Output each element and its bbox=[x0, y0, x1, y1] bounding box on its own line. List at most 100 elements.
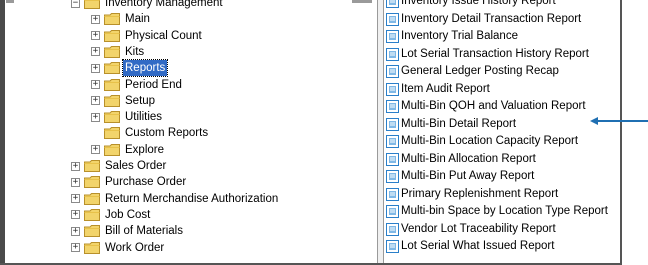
report-icon bbox=[386, 170, 399, 183]
tree-item-label: Work Order bbox=[105, 241, 165, 254]
folder-icon bbox=[104, 45, 120, 58]
report-item[interactable]: Multi-Bin Location Capacity Report bbox=[386, 133, 578, 150]
pane-splitter[interactable] bbox=[377, 0, 384, 263]
report-list: Inventory Issue History Report Inventory … bbox=[386, 0, 620, 263]
tree-item[interactable]: + Purchase Order bbox=[71, 174, 188, 190]
expand-collapse-icon[interactable]: + bbox=[91, 96, 100, 106]
tree-item[interactable]: + Period End bbox=[91, 77, 184, 93]
report-item[interactable]: Inventory Issue History Report bbox=[386, 0, 556, 10]
tree-item-label: Kits bbox=[125, 45, 145, 58]
report-item-label: Vendor Lot Traceability Report bbox=[401, 222, 556, 235]
expand-collapse-icon[interactable]: + bbox=[71, 243, 80, 252]
module-tree: − Inventory Management + Main + Physical Coun… bbox=[6, 0, 376, 263]
report-icon bbox=[386, 117, 399, 131]
callout-arrow-icon bbox=[590, 117, 648, 125]
tree-item[interactable]: + Job Cost bbox=[71, 207, 152, 223]
report-item[interactable]: Inventory Trial Balance bbox=[386, 28, 518, 45]
tree-item[interactable]: + Setup bbox=[91, 93, 157, 109]
tree-item[interactable]: + Bill of Materials bbox=[71, 223, 185, 239]
expand-collapse-icon[interactable]: + bbox=[91, 63, 100, 73]
tree-item[interactable]: + Utilities bbox=[91, 109, 164, 125]
report-item-label: General Ledger Posting Recap bbox=[401, 65, 559, 77]
report-item[interactable]: Multi-Bin Allocation Report bbox=[386, 151, 536, 168]
tree-item[interactable]: + Main bbox=[91, 11, 152, 27]
expand-collapse-icon[interactable]: + bbox=[91, 14, 100, 24]
tree-item[interactable]: + Physical Count bbox=[91, 28, 204, 44]
report-item-label: Multi-Bin QOH and Valuation Report bbox=[401, 100, 586, 112]
report-item[interactable]: Vendor Lot Traceability Report bbox=[386, 221, 556, 238]
report-item[interactable]: Item Audit Report bbox=[386, 81, 490, 98]
tree-item[interactable]: − Inventory Management bbox=[71, 0, 225, 11]
expand-collapse-icon[interactable]: + bbox=[71, 177, 80, 187]
tree-item-label: Custom Reports bbox=[125, 127, 209, 140]
tree-item[interactable]: Custom Reports bbox=[91, 125, 210, 141]
report-icon bbox=[386, 135, 399, 148]
report-item-label: Lot Serial Transaction History Report bbox=[401, 47, 589, 60]
window-border bbox=[0, 0, 5, 263]
report-icon bbox=[386, 65, 399, 78]
tree-item-label: Purchase Order bbox=[105, 176, 187, 189]
report-item[interactable]: Multi-bin Space by Location Type Report bbox=[386, 203, 608, 220]
tree-item-label: Inventory Management bbox=[105, 0, 223, 9]
tree-item[interactable]: + Kits bbox=[91, 44, 146, 60]
report-item-label: Multi-Bin Put Away Report bbox=[401, 170, 535, 182]
tree-item[interactable]: + Sales Order bbox=[71, 158, 168, 174]
expand-collapse-icon[interactable]: + bbox=[91, 112, 100, 122]
expand-collapse-icon[interactable]: + bbox=[91, 145, 100, 155]
report-item-label: Multi-Bin Location Capacity Report bbox=[401, 135, 579, 147]
folder-icon bbox=[104, 143, 120, 156]
folder-icon bbox=[104, 94, 120, 107]
folder-icon bbox=[104, 13, 120, 26]
report-item-label: Item Audit Report bbox=[401, 82, 490, 95]
tree-item-label: Main bbox=[125, 13, 150, 26]
report-icon bbox=[386, 100, 399, 113]
folder-icon bbox=[84, 241, 100, 254]
folder-icon bbox=[84, 160, 100, 172]
expand-collapse-icon[interactable]: + bbox=[71, 226, 80, 236]
tree-item[interactable]: + Explore bbox=[91, 142, 166, 158]
report-icon bbox=[386, 30, 399, 43]
report-icon bbox=[386, 0, 399, 8]
report-icon bbox=[386, 47, 399, 61]
tree-item-label: Period End bbox=[125, 78, 182, 91]
report-item-label: Inventory Detail Transaction Report bbox=[401, 12, 582, 25]
tree-item-label: Return Merchandise Authorization bbox=[105, 192, 279, 205]
report-icon bbox=[386, 82, 399, 96]
expand-collapse-icon[interactable]: + bbox=[91, 47, 100, 57]
tree-item-label: Utilities bbox=[125, 111, 163, 124]
folder-icon bbox=[104, 62, 120, 75]
report-item-label: Inventory Trial Balance bbox=[401, 30, 518, 42]
expand-collapse-icon[interactable]: + bbox=[91, 80, 100, 89]
tree-item-label: Explore bbox=[125, 143, 164, 156]
report-item-label: Inventory Issue History Report bbox=[401, 0, 556, 7]
report-item[interactable]: Multi-Bin Put Away Report bbox=[386, 168, 534, 185]
report-item[interactable]: Multi-Bin Detail Report bbox=[386, 116, 516, 133]
report-item[interactable]: Primary Replenishment Report bbox=[386, 186, 558, 203]
folder-icon bbox=[84, 192, 100, 205]
report-item[interactable]: Multi-Bin QOH and Valuation Report bbox=[386, 98, 586, 115]
tree-item-label: Job Cost bbox=[105, 208, 151, 221]
report-icon bbox=[386, 12, 399, 26]
folder-icon bbox=[104, 29, 120, 42]
report-item[interactable]: Lot Serial What Issued Report bbox=[386, 238, 554, 255]
report-item[interactable]: General Ledger Posting Recap bbox=[386, 63, 559, 80]
expand-collapse-icon[interactable]: − bbox=[71, 0, 80, 8]
tree-item[interactable]: + Work Order bbox=[71, 240, 166, 256]
report-icon bbox=[386, 152, 399, 166]
tree-item-label: Physical Count bbox=[125, 29, 202, 42]
report-item-label: Multi-Bin Allocation Report bbox=[401, 152, 536, 165]
tree-item-label: Bill of Materials bbox=[105, 225, 183, 238]
report-icon bbox=[386, 187, 399, 201]
expand-collapse-icon[interactable]: + bbox=[71, 210, 80, 220]
folder-icon bbox=[104, 127, 120, 140]
tree-item-label: Setup bbox=[125, 94, 156, 107]
expand-collapse-icon[interactable]: + bbox=[71, 194, 80, 204]
tree-item[interactable]: + Reports bbox=[91, 59, 169, 78]
report-item[interactable]: Inventory Detail Transaction Report bbox=[386, 11, 581, 28]
expand-collapse-icon[interactable]: + bbox=[71, 161, 80, 171]
expand-collapse-icon[interactable]: + bbox=[91, 31, 100, 41]
report-item-label: Multi-Bin Detail Report bbox=[401, 117, 517, 130]
report-item[interactable]: Lot Serial Transaction History Report bbox=[386, 46, 589, 63]
tree-item-label: Sales Order bbox=[105, 160, 167, 172]
tree-item[interactable]: + Return Merchandise Authorization bbox=[71, 191, 280, 207]
